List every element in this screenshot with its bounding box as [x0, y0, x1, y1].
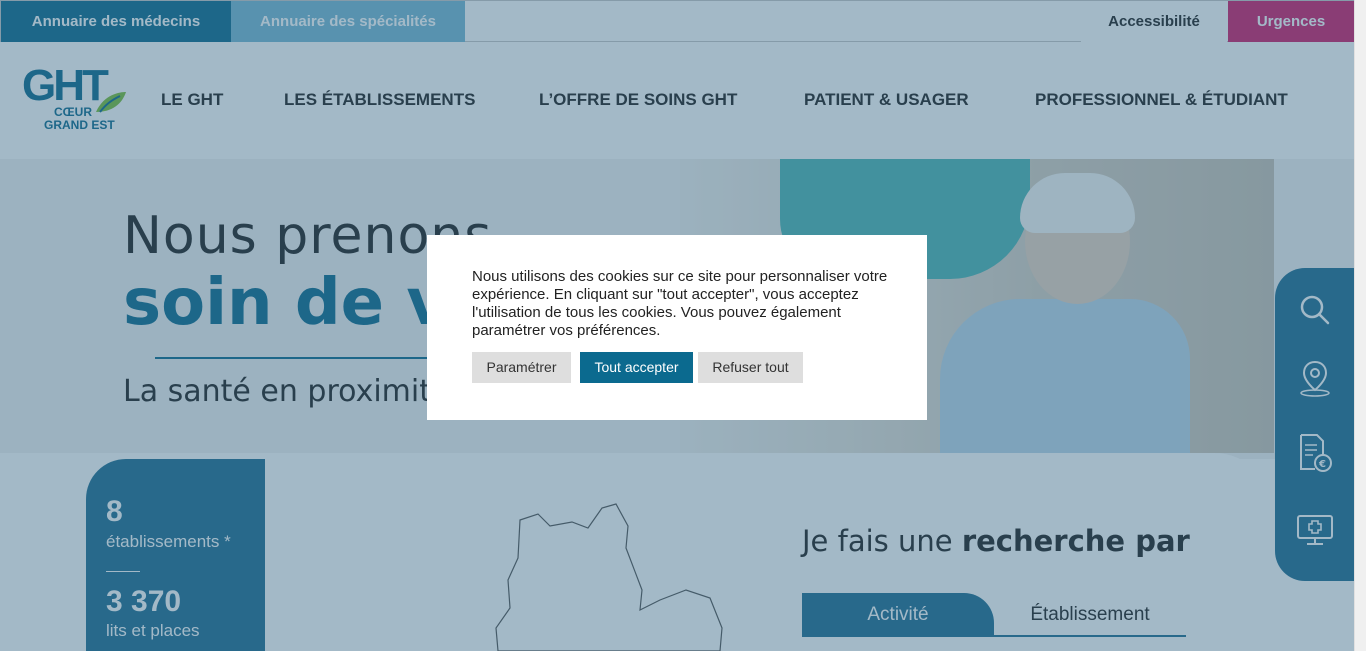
cookie-consent-dialog: Nous utilisons des cookies sur ce site p…: [427, 235, 927, 420]
page-scrollbar[interactable]: [1354, 0, 1366, 651]
cookie-message: Nous utilisons des cookies sur ce site p…: [472, 268, 888, 339]
cookie-refuse-all-button[interactable]: Refuser tout: [698, 352, 803, 383]
cookie-accept-all-button[interactable]: Tout accepter: [580, 352, 693, 383]
cookie-settings-button[interactable]: Paramétrer: [472, 352, 571, 383]
